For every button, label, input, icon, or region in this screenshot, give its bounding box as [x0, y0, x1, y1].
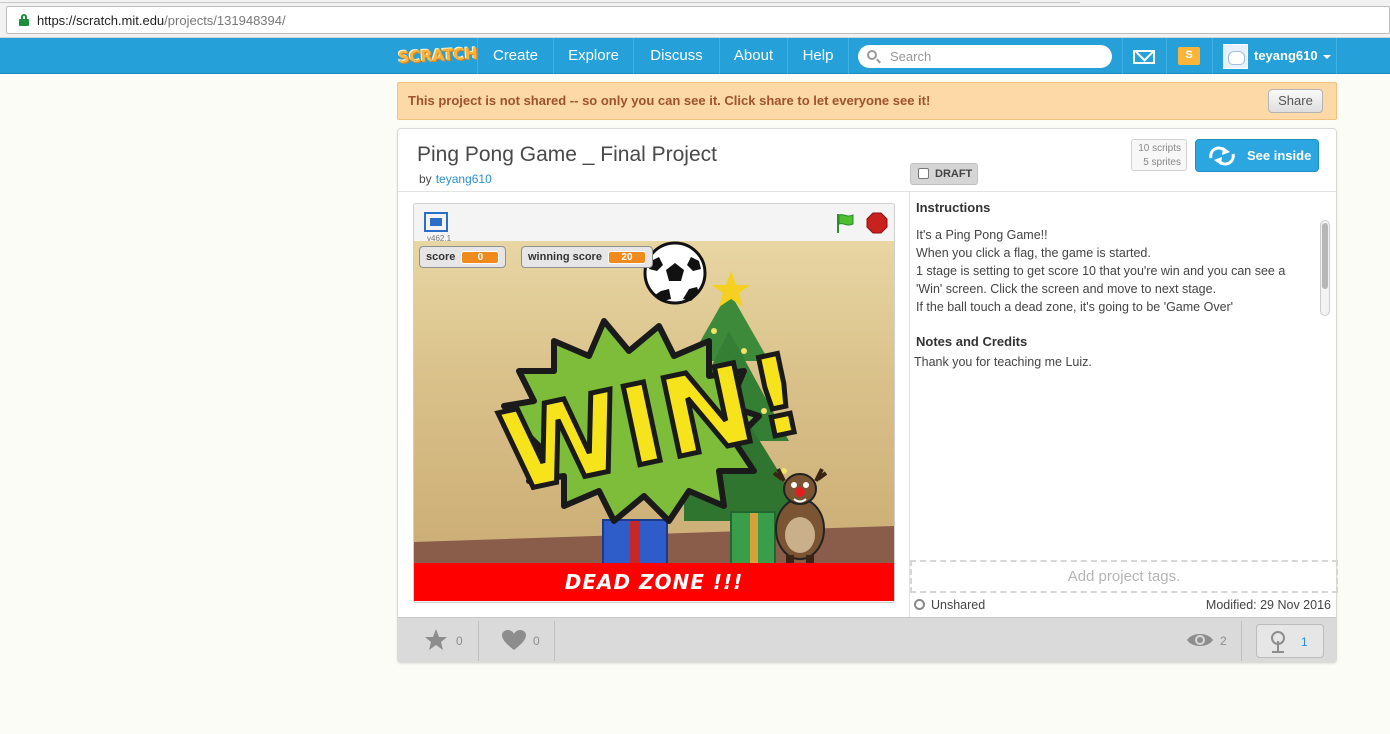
- nav-divider: [1122, 38, 1123, 74]
- instructions-line: If the ball touch a dead zone, it's goin…: [916, 300, 1234, 314]
- search-icon: [867, 50, 877, 60]
- instructions-line: 1 stage is setting to get score 10 that …: [916, 264, 1286, 278]
- dead-zone-banner: DEAD ZONE !!!: [414, 563, 894, 601]
- notes-heading: Notes and Credits: [916, 334, 1028, 349]
- url-host: https://scratch.mit.edu: [37, 13, 165, 28]
- draft-checkbox[interactable]: [918, 168, 929, 179]
- green-flag-icon[interactable]: [834, 212, 856, 234]
- project-byline: by teyang610: [419, 172, 492, 186]
- instructions-line: When you click a flag, the game is start…: [916, 246, 1151, 260]
- remix-tree-button[interactable]: 1: [1256, 624, 1324, 658]
- user-menu[interactable]: teyang610: [1254, 38, 1331, 74]
- scripts-count: 10 scripts: [1138, 143, 1181, 154]
- project-stats: 10 scripts 5 sprites: [1131, 139, 1187, 171]
- project-stats-bar: 0 0 2 1: [398, 617, 1336, 663]
- lock-icon: [19, 14, 29, 26]
- scratch-logo[interactable]: SCRATCH: [397, 42, 478, 70]
- scrollbar-thumb[interactable]: [1322, 223, 1328, 289]
- remix-tree-icon: [1271, 631, 1285, 653]
- project-title[interactable]: Ping Pong Game _ Final Project: [417, 143, 717, 167]
- score-monitor: score 0: [419, 246, 507, 268]
- nav-about[interactable]: About: [719, 38, 787, 74]
- instructions-heading: Instructions: [916, 200, 991, 215]
- chevron-down-icon: [1322, 54, 1331, 59]
- url-text[interactable]: https://scratch.mit.edu/projects/1319483…: [37, 13, 286, 28]
- search-box[interactable]: [858, 45, 1112, 68]
- see-inside-button[interactable]: See inside: [1195, 139, 1319, 172]
- score-label: score: [426, 251, 456, 263]
- my-stuff-icon[interactable]: [1178, 47, 1200, 65]
- winning-score-label: winning score: [528, 251, 602, 263]
- messages-icon[interactable]: [1133, 50, 1155, 64]
- project-tags-input[interactable]: Add project tags.: [910, 560, 1338, 593]
- avatar[interactable]: [1223, 44, 1248, 69]
- nav-divider: [1212, 38, 1213, 74]
- winning-score-monitor: winning score 20: [521, 246, 653, 268]
- instructions-text[interactable]: It's a Ping Pong Game!! When you click a…: [916, 226, 1316, 318]
- project-player: v462.1 WIN! score 0 winning score 20 DEA…: [413, 203, 895, 603]
- loves-count: 0: [533, 634, 540, 648]
- nav-explore[interactable]: Explore: [553, 38, 633, 74]
- banner-text: This project is not shared -- so only yo…: [408, 93, 931, 108]
- stop-sign-icon[interactable]: [866, 212, 888, 234]
- sprites-count: 5 sprites: [1143, 157, 1181, 168]
- nav-discuss[interactable]: Discuss: [633, 38, 719, 74]
- modified-date: Modified: 29 Nov 2016: [1205, 598, 1331, 612]
- address-bar[interactable]: https://scratch.mit.edu/projects/1319483…: [6, 6, 1390, 34]
- nav-divider: [1166, 38, 1167, 74]
- score-value: 0: [461, 251, 500, 264]
- nav-create[interactable]: Create: [477, 38, 553, 74]
- not-shared-banner: This project is not shared -- so only yo…: [397, 82, 1337, 120]
- nav-divider: [1336, 38, 1337, 74]
- instructions-line: 'Win' screen. Click the screen and move …: [916, 282, 1217, 296]
- remix-count: 1: [1301, 635, 1308, 649]
- remix-arrows-icon: [1209, 146, 1235, 166]
- star-icon: [425, 629, 447, 650]
- heart-icon: [502, 630, 526, 650]
- project-card: Ping Pong Game _ Final Project by teyang6…: [397, 128, 1338, 663]
- draft-toggle[interactable]: DRAFT: [910, 163, 978, 185]
- nav-help[interactable]: Help: [787, 38, 849, 74]
- fullscreen-icon[interactable]: [424, 212, 448, 232]
- unshared-icon: [914, 599, 925, 610]
- instructions-line: It's a Ping Pong Game!!: [916, 228, 1048, 242]
- instructions-scrollbar[interactable]: [1320, 220, 1330, 316]
- site-navbar: SCRATCH Create Explore Discuss About Hel…: [0, 38, 1390, 74]
- username: teyang610: [1254, 48, 1318, 63]
- footer-divider: [478, 621, 479, 661]
- by-label: by: [419, 172, 432, 186]
- stage[interactable]: WIN! score 0 winning score 20 DEAD ZONE …: [414, 241, 894, 601]
- author-link[interactable]: teyang610: [436, 172, 492, 186]
- sharing-status: Unshared: [914, 598, 985, 612]
- project-info-panel: Instructions It's a Ping Pong Game!! Whe…: [909, 192, 1338, 617]
- footer-divider: [554, 621, 555, 661]
- views-count: 2: [1220, 634, 1227, 648]
- footer-divider: [1241, 621, 1242, 661]
- search-input[interactable]: [890, 47, 1100, 66]
- url-path: /projects/131948394/: [164, 13, 286, 28]
- favorites-count: 0: [456, 634, 463, 648]
- draft-label: DRAFT: [935, 168, 973, 180]
- eye-icon: [1187, 634, 1213, 646]
- see-inside-label: See inside: [1247, 148, 1312, 163]
- browser-toolbar: https://scratch.mit.edu/projects/1319483…: [0, 0, 1390, 38]
- browser-tab-strip: [0, 0, 1080, 3]
- reindeer: [772, 468, 828, 567]
- notes-text[interactable]: Thank you for teaching me Luiz.: [914, 355, 1092, 369]
- winning-score-value: 20: [607, 251, 646, 264]
- sharing-status-label: Unshared: [931, 598, 986, 612]
- share-button[interactable]: Share: [1268, 89, 1323, 113]
